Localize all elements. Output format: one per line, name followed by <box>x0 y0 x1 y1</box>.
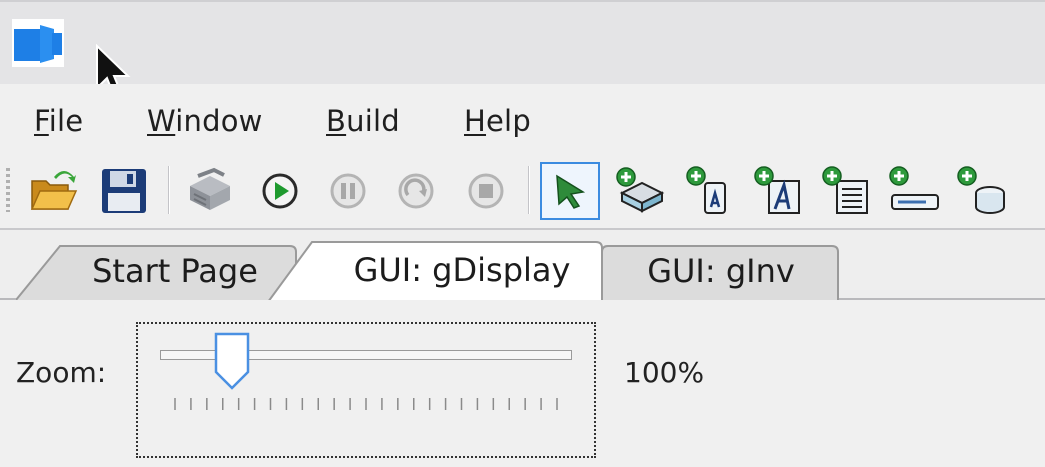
tab-gui-gdisplay[interactable]: GUI: gDisplay <box>268 240 604 302</box>
add-container-icon <box>957 166 1005 214</box>
add-textfield-tool[interactable] <box>884 162 944 220</box>
menu-file[interactable]: File <box>34 104 83 138</box>
add-button-tool[interactable] <box>610 162 670 220</box>
tab-start-page[interactable]: Start Page <box>16 244 298 300</box>
pause-button[interactable] <box>318 162 378 220</box>
tab-label: Start Page <box>92 252 258 290</box>
compile-button[interactable] <box>180 162 240 220</box>
run-button[interactable] <box>250 162 310 220</box>
run-icon <box>262 173 298 209</box>
add-label-tool[interactable] <box>680 162 740 220</box>
stop-icon <box>468 173 504 209</box>
title-bar <box>0 0 1045 98</box>
tab-label: GUI: gInv <box>647 252 795 290</box>
tab-gui-ginv[interactable]: GUI: gInv <box>602 244 840 300</box>
app-logo-icon <box>12 19 64 67</box>
slider-ticks <box>174 398 558 410</box>
stop-button[interactable] <box>456 162 516 220</box>
add-text-icon <box>754 166 800 214</box>
add-textfield-icon <box>889 166 939 210</box>
compile-icon <box>190 167 230 210</box>
add-button-icon <box>616 167 665 213</box>
menu-build[interactable]: Build <box>326 104 400 138</box>
add-label-icon <box>686 166 726 214</box>
tab-label: GUI: gDisplay <box>353 251 571 289</box>
step-icon <box>398 173 434 209</box>
zoom-slider[interactable] <box>136 322 596 458</box>
add-text-tool[interactable] <box>748 162 808 220</box>
open-button[interactable] <box>24 162 84 220</box>
save-icon <box>102 169 146 213</box>
select-pointer-button[interactable] <box>540 162 600 220</box>
editor-content: Zoom: 100% <box>0 300 1045 467</box>
add-list-tool[interactable] <box>816 162 876 220</box>
editor-tab-strip: Start Page GUI: gInv GUI: gDisplay <box>0 230 1045 302</box>
slider-thumb[interactable] <box>214 332 250 390</box>
pause-icon <box>330 173 366 209</box>
select-pointer-icon <box>556 174 586 209</box>
zoom-value: 100% <box>624 356 705 389</box>
menu-bar: File Window Build Help <box>0 84 1045 152</box>
menu-window[interactable]: Window <box>147 104 263 138</box>
menu-help[interactable]: Help <box>464 104 531 138</box>
open-folder-icon <box>30 171 78 210</box>
toolbar <box>0 152 1045 230</box>
add-list-icon <box>822 166 868 214</box>
step-button[interactable] <box>386 162 446 220</box>
zoom-label: Zoom: <box>16 356 107 389</box>
toolbar-grip[interactable] <box>6 168 10 212</box>
save-button[interactable] <box>94 162 154 220</box>
add-container-tool[interactable] <box>954 162 1014 220</box>
